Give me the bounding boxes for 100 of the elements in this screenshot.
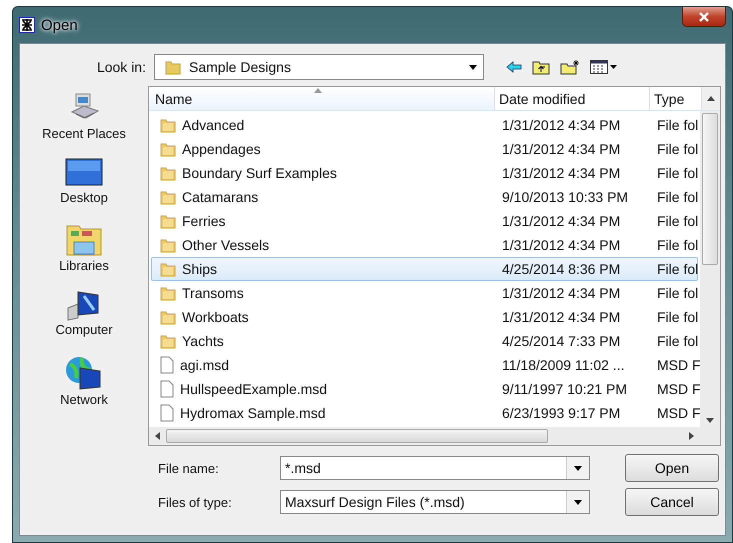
folder-row[interactable]: Other Vessels 1/31/2012 4:34 PM File fol xyxy=(151,233,698,257)
type-cell: File fol xyxy=(657,237,698,253)
date-cell: 9/10/2013 10:33 PM xyxy=(502,189,628,205)
type-cell: MSD F xyxy=(657,381,700,397)
dropdown-arrow-icon xyxy=(574,466,582,470)
close-button[interactable] xyxy=(682,7,726,27)
file-name-cell: Other Vessels xyxy=(182,237,270,253)
type-cell: MSD F xyxy=(657,357,700,373)
file-name-cell: Ferries xyxy=(182,213,226,229)
new-folder-icon[interactable] xyxy=(560,59,580,75)
place-item[interactable]: Network xyxy=(60,354,108,420)
file-type-dropdown[interactable]: Maxsurf Design Files (*.msd) xyxy=(280,490,590,514)
date-cell: 1/31/2012 4:34 PM xyxy=(502,237,620,253)
window-title: Open xyxy=(41,16,78,34)
folder-row[interactable]: Appendages 1/31/2012 4:34 PM File fol xyxy=(151,137,698,161)
file-name-cell: Appendages xyxy=(182,141,261,157)
file-name-cell: Hydromax Sample.msd xyxy=(180,405,326,421)
scroll-left-icon[interactable] xyxy=(155,432,160,440)
file-name-cell: Boundary Surf Examples xyxy=(182,165,337,181)
file-name-cell: Catamarans xyxy=(182,189,258,205)
close-icon xyxy=(698,12,710,22)
file-name-cell: Yachts xyxy=(182,333,224,349)
folder-row[interactable]: Transoms 1/31/2012 4:34 PM File fol xyxy=(151,281,698,305)
type-cell: File fol xyxy=(657,165,698,181)
file-name-cell: Transoms xyxy=(182,285,244,301)
look-in-label: Look in: xyxy=(96,59,147,75)
place-item[interactable]: Recent Places xyxy=(42,90,126,156)
file-icon xyxy=(160,380,174,398)
file-name-cell: Ships xyxy=(182,261,218,277)
scroll-thumb[interactable] xyxy=(702,113,718,265)
folder-icon xyxy=(160,285,176,301)
folder-row[interactable]: Ships 4/25/2014 8:36 PM File fol xyxy=(151,257,698,281)
file-name-cell: Workboats xyxy=(182,309,249,325)
scroll-right-icon[interactable] xyxy=(689,432,694,440)
type-cell: File fol xyxy=(657,117,698,133)
date-cell: 9/11/1997 10:21 PM xyxy=(502,381,628,397)
file-name-field[interactable]: *.msd xyxy=(280,456,590,480)
folder-row[interactable]: Boundary Surf Examples 1/31/2012 4:34 PM File fol xyxy=(151,161,698,185)
dropdown-arrow-icon xyxy=(469,64,477,70)
view-menu-icon[interactable] xyxy=(590,60,618,74)
folder-row[interactable]: Yachts 4/25/2014 7:33 PM File fol xyxy=(151,329,698,353)
folder-icon xyxy=(165,59,181,75)
date-cell: 4/25/2014 7:33 PM xyxy=(502,333,620,349)
date-cell: 4/25/2014 8:36 PM xyxy=(502,261,620,277)
type-cell: File fol xyxy=(657,309,698,325)
file-name-cell: HullspeedExample.msd xyxy=(180,381,328,397)
up-folder-icon[interactable] xyxy=(532,59,550,75)
column-header[interactable]: Date modified xyxy=(495,87,650,110)
type-cell: File fol xyxy=(657,141,698,157)
open-button[interactable]: Open xyxy=(625,454,719,482)
folder-icon xyxy=(160,333,176,349)
folder-icon xyxy=(160,117,176,133)
cancel-button[interactable]: Cancel xyxy=(625,488,719,516)
date-cell: 1/31/2012 4:34 PM xyxy=(502,309,620,325)
type-cell: MSD F xyxy=(657,405,700,421)
date-cell: 6/23/1993 9:17 PM xyxy=(502,405,620,421)
file-name-cell: Advanced xyxy=(182,117,244,133)
column-header[interactable]: Name xyxy=(149,87,495,110)
type-cell: File fol xyxy=(657,189,698,205)
folder-icon xyxy=(160,165,176,181)
file-row[interactable]: HullspeedExample.msd 9/11/1997 10:21 PM MSD F xyxy=(151,377,698,401)
file-icon xyxy=(160,404,174,422)
file-name-cell: agi.msd xyxy=(180,357,230,373)
horizontal-scrollbar[interactable] xyxy=(149,427,720,445)
look-in-dropdown[interactable]: Sample Designs xyxy=(154,54,484,80)
place-item[interactable]: Computer xyxy=(55,288,113,354)
scroll-thumb[interactable] xyxy=(166,429,548,443)
scroll-up-icon[interactable] xyxy=(707,96,715,101)
app-icon xyxy=(19,17,35,33)
date-cell: 11/18/2009 11:02 ... xyxy=(502,357,624,373)
type-cell: File fol xyxy=(657,285,698,301)
date-cell: 1/31/2012 4:34 PM xyxy=(502,285,620,301)
folder-icon xyxy=(160,261,176,277)
date-cell: 1/31/2012 4:34 PM xyxy=(502,165,620,181)
place-item[interactable]: Desktop xyxy=(60,156,108,222)
folder-row[interactable]: Advanced 1/31/2012 4:34 PM File fol xyxy=(151,113,698,137)
back-arrow-icon[interactable] xyxy=(506,61,522,73)
vertical-scrollbar[interactable] xyxy=(700,111,720,427)
file-name-label: File name: xyxy=(158,460,220,476)
folder-icon xyxy=(160,237,176,253)
dropdown-arrow-icon xyxy=(574,500,582,504)
date-cell: 1/31/2012 4:34 PM xyxy=(502,141,620,157)
type-cell: File fol xyxy=(657,261,698,277)
file-row[interactable]: agi.msd 11/18/2009 11:02 ... MSD F xyxy=(151,353,698,377)
place-item[interactable]: Libraries xyxy=(59,222,109,288)
scroll-down-icon[interactable] xyxy=(706,418,714,423)
date-cell: 1/31/2012 4:34 PM xyxy=(502,213,620,229)
type-cell: File fol xyxy=(657,333,698,349)
folder-icon xyxy=(160,213,176,229)
folder-icon xyxy=(160,189,176,205)
folder-icon xyxy=(160,141,176,157)
folder-row[interactable]: Catamarans 9/10/2013 10:33 PM File fol xyxy=(151,185,698,209)
folder-icon xyxy=(160,309,176,325)
type-cell: File fol xyxy=(657,213,698,229)
file-type-label: Files of type: xyxy=(158,494,233,510)
folder-row[interactable]: Workboats 1/31/2012 4:34 PM File fol xyxy=(151,305,698,329)
file-row[interactable]: Hydromax Sample.msd 6/23/1993 9:17 PM MSD F xyxy=(151,401,698,425)
file-icon xyxy=(160,356,174,374)
folder-row[interactable]: Ferries 1/31/2012 4:34 PM File fol xyxy=(151,209,698,233)
date-cell: 1/31/2012 4:34 PM xyxy=(502,117,620,133)
